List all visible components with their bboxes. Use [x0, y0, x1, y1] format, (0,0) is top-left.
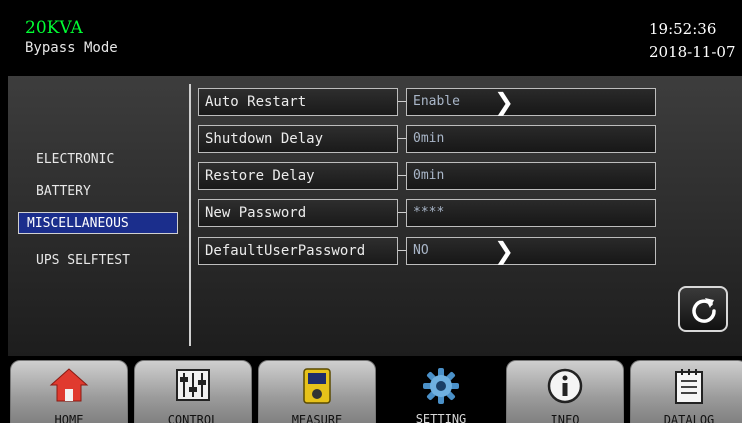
home-icon [49, 368, 89, 402]
setting-value-text: NO [413, 243, 429, 258]
tab-setting[interactable]: SETTING [382, 360, 500, 423]
category-miscellaneous[interactable]: MISCELLANEOUS [18, 212, 178, 234]
datalog-icon [675, 369, 703, 404]
setting-label-new-password: New Password [198, 199, 398, 227]
chevron-right-icon[interactable]: ❯ [494, 239, 514, 263]
tab-datalog-label: DATALOG [663, 413, 715, 423]
tab-control-label: CONTROL [167, 413, 219, 423]
setting-icon [423, 368, 459, 404]
refresh-icon [692, 298, 716, 323]
bottom-navigation: HOME CONTROL MEASURE SETTING INFO DATALO… [0, 356, 742, 423]
setting-label-default-user-password: DefaultUserPassword [198, 237, 398, 265]
tab-setting-label: SETTING [415, 412, 467, 423]
setting-value-text: **** [413, 205, 445, 220]
settings-panel: ELECTRONIC BATTERY MISCELLANEOUS UPS SEL… [8, 76, 742, 356]
info-icon [547, 368, 583, 404]
setting-label-shutdown-delay: Shutdown Delay [198, 125, 398, 153]
setting-value-text: Enable [413, 94, 460, 109]
tab-info[interactable]: INFO [506, 360, 624, 423]
measure-icon [303, 368, 331, 404]
tab-info-label: INFO [550, 413, 580, 423]
row-connector [398, 250, 406, 251]
tab-measure-label: MEASURE [291, 413, 343, 423]
refresh-button[interactable] [678, 286, 728, 332]
row-connector [398, 138, 406, 139]
clock-time: 19:52:36 [649, 20, 717, 38]
setting-label-auto-restart: Auto Restart [198, 88, 398, 116]
row-connector [398, 175, 406, 176]
row-connector [398, 101, 406, 102]
model-rating: 20KVA [25, 18, 83, 38]
category-battery[interactable]: BATTERY [36, 181, 91, 203]
tab-datalog[interactable]: DATALOG [630, 360, 742, 423]
row-connector [398, 212, 406, 213]
setting-value-restore-delay[interactable]: 0min [406, 162, 656, 190]
panel-divider [189, 84, 191, 346]
operating-mode: Bypass Mode [25, 40, 118, 56]
clock-date: 2018-11-07 [649, 43, 736, 61]
tab-measure[interactable]: MEASURE [258, 360, 376, 423]
setting-value-text: 0min [413, 168, 445, 183]
control-icon [176, 369, 210, 401]
setting-value-shutdown-delay[interactable]: 0min [406, 125, 656, 153]
setting-value-auto-restart[interactable]: Enable [406, 88, 656, 116]
category-ups-selftest[interactable]: UPS SELFTEST [36, 250, 130, 272]
setting-label-restore-delay: Restore Delay [198, 162, 398, 190]
setting-value-text: 0min [413, 131, 445, 146]
tab-control[interactable]: CONTROL [134, 360, 252, 423]
status-header: 20KVA Bypass Mode 19:52:36 2018-11-07 [8, 8, 742, 72]
tab-home[interactable]: HOME [10, 360, 128, 423]
tab-home-label: HOME [54, 413, 84, 423]
chevron-right-icon[interactable]: ❯ [494, 90, 514, 114]
setting-value-new-password[interactable]: **** [406, 199, 656, 227]
category-electronic[interactable]: ELECTRONIC [36, 149, 114, 171]
ups-display-screen: 20KVA Bypass Mode 19:52:36 2018-11-07 EL… [0, 0, 742, 423]
setting-value-default-user-password[interactable]: NO [406, 237, 656, 265]
